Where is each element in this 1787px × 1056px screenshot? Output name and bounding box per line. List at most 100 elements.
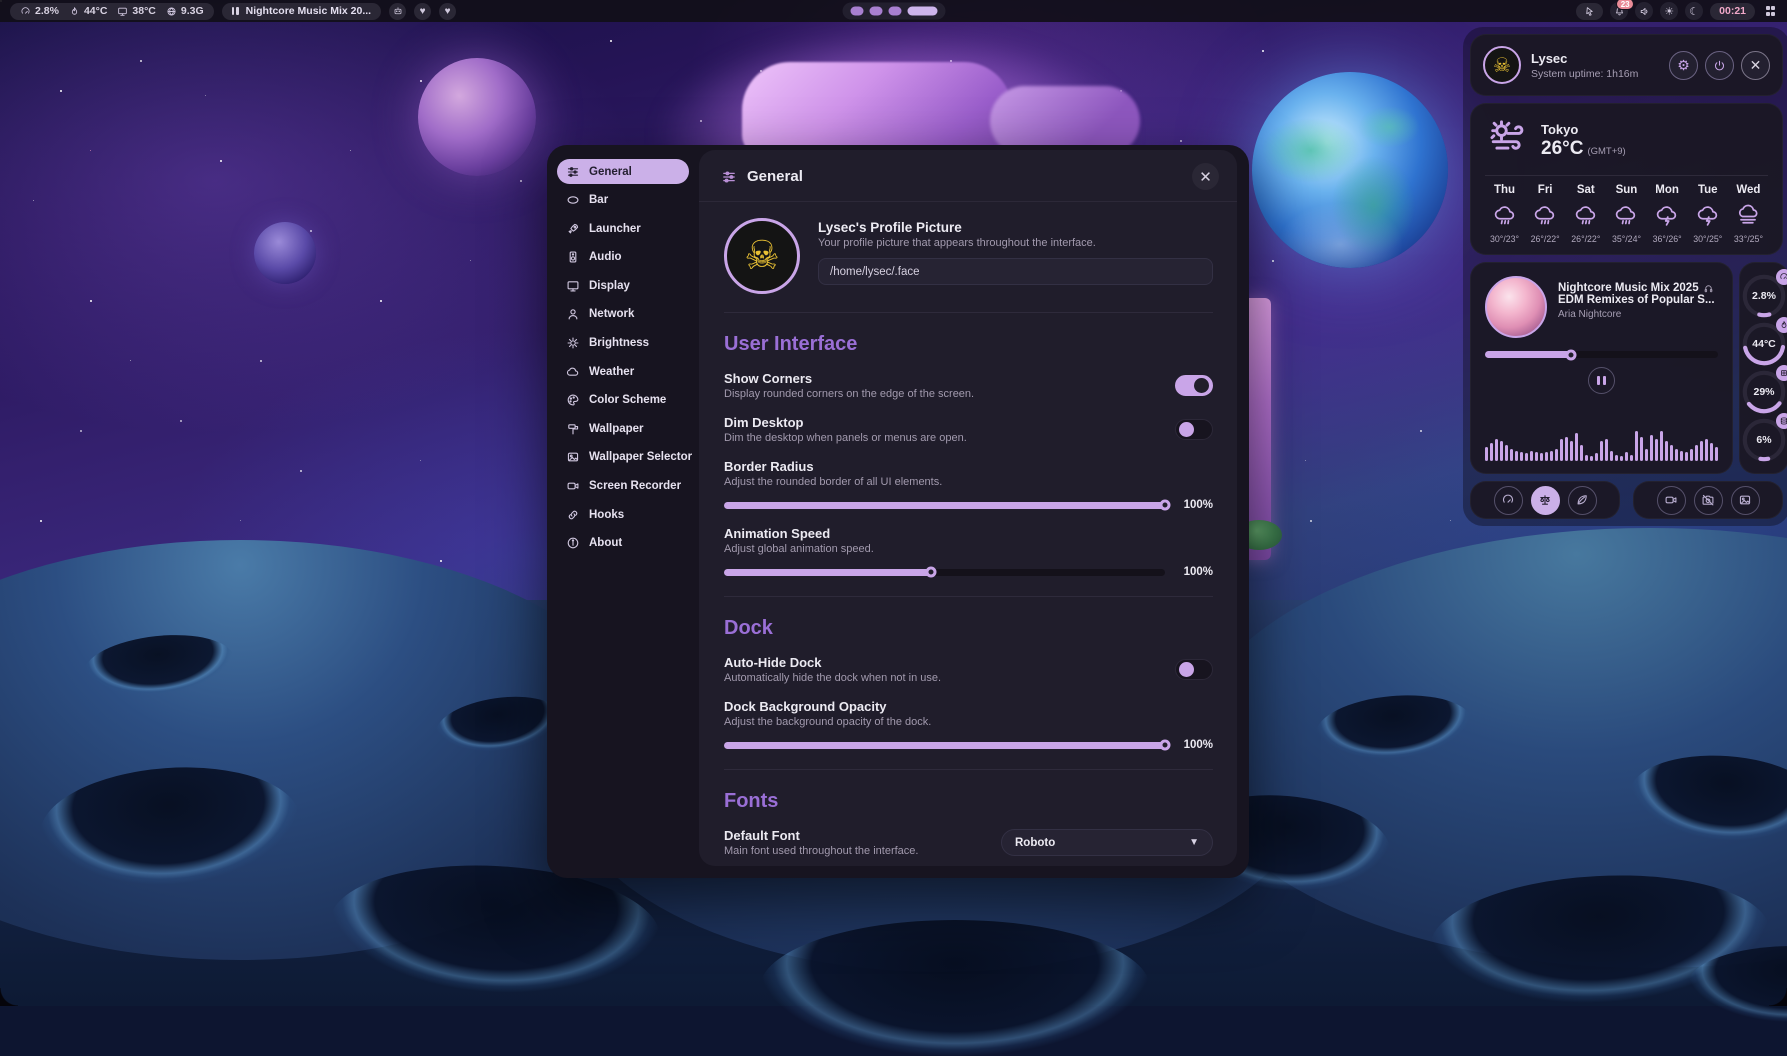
sidebar-item-general[interactable]: General bbox=[557, 159, 689, 184]
auto-hide-dock-toggle[interactable] bbox=[1175, 659, 1213, 680]
forecast-day: Wed 33°/25° bbox=[1729, 184, 1768, 244]
balanced-profile-button[interactable] bbox=[1531, 486, 1560, 515]
volume-button[interactable] bbox=[1635, 2, 1653, 20]
brightness-button[interactable]: ☀ bbox=[1660, 2, 1678, 20]
settings-button[interactable]: ⚙ bbox=[1669, 51, 1698, 80]
close-icon: ✕ bbox=[1750, 57, 1762, 74]
speedometer-icon bbox=[1501, 493, 1515, 507]
profile-title: Lysec's Profile Picture bbox=[818, 220, 1213, 235]
utility-button-group bbox=[1633, 481, 1783, 519]
system-stats-pill[interactable]: 2.8% 44°C 38°C 9.3G bbox=[10, 3, 214, 20]
close-panel-button[interactable]: ✕ bbox=[1741, 51, 1770, 80]
media-subtitle: EDM Remixes of Popular S... bbox=[1558, 294, 1715, 306]
media-pill[interactable]: Nightcore Music Mix 20... bbox=[222, 3, 381, 20]
gauge-icon bbox=[20, 6, 31, 17]
sidebar-item-about[interactable]: About bbox=[557, 531, 689, 556]
cloud-icon bbox=[566, 365, 580, 379]
notifications-button[interactable]: 23 bbox=[1610, 2, 1628, 20]
workspace-dot[interactable] bbox=[850, 7, 863, 16]
temperature-gauge[interactable]: 44°C bbox=[1740, 320, 1787, 368]
flame-icon bbox=[69, 6, 80, 17]
sidebar-item-audio[interactable]: Audio bbox=[557, 245, 689, 270]
workspace-dot[interactable] bbox=[869, 7, 882, 16]
disk-icon bbox=[1776, 413, 1787, 429]
screen-record-button[interactable] bbox=[1657, 486, 1686, 515]
animation-speed-slider[interactable] bbox=[724, 569, 1165, 576]
clock[interactable]: 00:21 bbox=[1710, 3, 1755, 20]
profile-avatar[interactable]: ☠ bbox=[724, 218, 800, 294]
storm-cloud-icon bbox=[1654, 203, 1680, 229]
power-saver-profile-button[interactable] bbox=[1568, 486, 1597, 515]
screen-corner bbox=[0, 988, 18, 1006]
close-button[interactable]: ✕ bbox=[1192, 163, 1219, 190]
workspace-active[interactable] bbox=[907, 7, 937, 16]
workspace-dot[interactable] bbox=[888, 7, 901, 16]
video-camera-icon bbox=[566, 479, 580, 493]
wallpaper-object bbox=[742, 62, 1012, 157]
section-title: User Interface bbox=[724, 333, 1213, 356]
avatar: ☠ bbox=[1483, 46, 1521, 84]
sidebar-item-color-scheme[interactable]: Color Scheme bbox=[557, 388, 689, 413]
media-title: Nightcore Music Mix 20... bbox=[246, 5, 371, 17]
settings-content[interactable]: ☠ Lysec's Profile Picture Your profile p… bbox=[699, 202, 1237, 866]
screenshot-off-button[interactable] bbox=[1694, 486, 1723, 515]
default-font-select[interactable]: Roboto ▼ bbox=[1001, 829, 1213, 856]
headphones-icon bbox=[1703, 283, 1714, 294]
top-bar: 2.8% 44°C 38°C 9.3G Nightcore Music Mix … bbox=[0, 0, 1787, 22]
temperature-stat: 44°C bbox=[69, 5, 107, 17]
sidebar-item-weather[interactable]: Weather bbox=[557, 359, 689, 384]
dim-desktop-toggle[interactable] bbox=[1175, 419, 1213, 440]
sidebar-item-launcher[interactable]: Launcher bbox=[557, 216, 689, 241]
disk-gauge[interactable]: 6% bbox=[1740, 416, 1787, 464]
sidebar-item-screen-recorder[interactable]: Screen Recorder bbox=[557, 474, 689, 499]
album-art bbox=[1485, 276, 1547, 338]
skull-icon: ☠ bbox=[744, 233, 780, 279]
pause-button[interactable] bbox=[1588, 367, 1615, 394]
emoji-picker-button[interactable] bbox=[389, 3, 406, 20]
profile-section: ☠ Lysec's Profile Picture Your profile p… bbox=[724, 218, 1213, 294]
weather-card: Tokyo 26°C(GMT+9) Thu 30°/23° Fri 26°/22… bbox=[1470, 103, 1783, 255]
cpu-gauge[interactable]: 2.8% bbox=[1740, 272, 1787, 320]
setting-row-dock-opacity: Dock Background Opacity Adjust the backg… bbox=[724, 699, 1213, 751]
rain-cloud-icon bbox=[1492, 203, 1518, 229]
media-progress-slider[interactable] bbox=[1485, 351, 1718, 358]
sidebar-item-display[interactable]: Display bbox=[557, 273, 689, 298]
paint-roller-icon bbox=[566, 422, 580, 436]
sidebar-item-wallpaper-selector[interactable]: Wallpaper Selector bbox=[557, 445, 689, 470]
weather-temperature: 26°C(GMT+9) bbox=[1541, 138, 1626, 160]
favorites-button[interactable]: ♥ bbox=[414, 3, 431, 20]
night-light-button[interactable]: ☾ bbox=[1685, 2, 1703, 20]
side-panel: ☠ Lysec System uptime: 1h16m ⚙ ✕ Tokyo 2… bbox=[1463, 27, 1787, 526]
wallpaper-button[interactable] bbox=[1731, 486, 1760, 515]
rain-cloud-icon bbox=[1573, 203, 1599, 229]
settings-sidebar: General Bar Launcher Audio Display Netwo… bbox=[547, 145, 699, 878]
likes-button[interactable]: ♥ bbox=[439, 3, 456, 20]
storm-cloud-icon bbox=[1695, 203, 1721, 229]
forecast-day: Tue 30°/25° bbox=[1688, 184, 1727, 244]
border-radius-slider[interactable] bbox=[724, 502, 1165, 509]
profile-path-input[interactable]: /home/lysec/.face bbox=[818, 258, 1213, 285]
pointer-icon bbox=[1584, 6, 1595, 17]
sidebar-item-wallpaper[interactable]: Wallpaper bbox=[557, 416, 689, 441]
power-button[interactable] bbox=[1705, 51, 1734, 80]
sidebar-item-bar[interactable]: Bar bbox=[557, 188, 689, 213]
settings-main-panel: General ✕ ☠ Lysec's Profile Picture Your… bbox=[699, 150, 1237, 866]
show-corners-toggle[interactable] bbox=[1175, 375, 1213, 396]
sidebar-item-brightness[interactable]: Brightness bbox=[557, 331, 689, 356]
app-launcher-button[interactable] bbox=[1762, 3, 1779, 20]
rocket-icon bbox=[566, 222, 580, 236]
sun-icon bbox=[566, 336, 580, 350]
sun-icon: ☀ bbox=[1664, 5, 1674, 18]
pause-icon bbox=[232, 7, 239, 15]
dock-opacity-slider[interactable] bbox=[724, 742, 1165, 749]
performance-profile-button[interactable] bbox=[1494, 486, 1523, 515]
tray-app-button[interactable] bbox=[1576, 3, 1603, 20]
memory-gauge[interactable]: 29% bbox=[1740, 368, 1787, 416]
pause-icon bbox=[1597, 376, 1600, 385]
crater bbox=[760, 920, 1150, 1056]
sidebar-item-network[interactable]: Network bbox=[557, 302, 689, 327]
sidebar-item-hooks[interactable]: Hooks bbox=[557, 502, 689, 527]
workspace-indicator[interactable] bbox=[842, 3, 945, 20]
weather-condition-icon bbox=[1485, 116, 1529, 165]
media-artist: Aria Nightcore bbox=[1558, 309, 1715, 320]
